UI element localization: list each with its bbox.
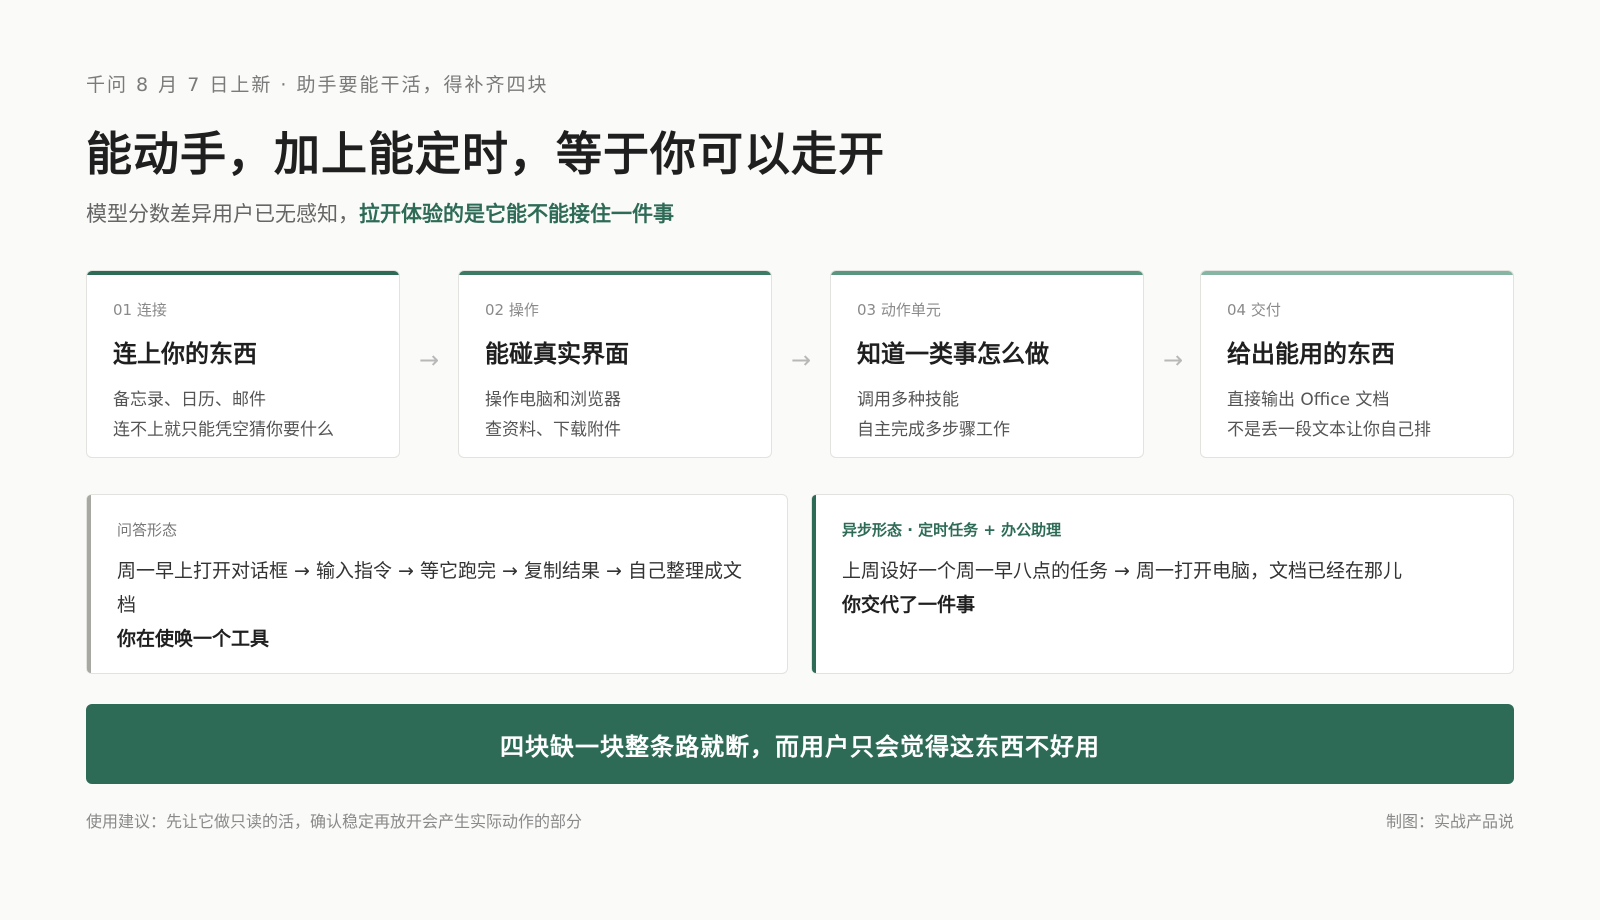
step-desc-line: 备忘录、日历、邮件 bbox=[113, 390, 266, 410]
mode-label: 异步形态 · 定时任务 + 办公助理 bbox=[842, 521, 1062, 539]
subtitle: 模型分数差异用户已无感知，拉开体验的是它能不能接住一件事 bbox=[86, 198, 674, 228]
step-title: 能碰真实界面 bbox=[485, 340, 629, 368]
page-title: 能动手，加上能定时，等于你可以走开 bbox=[86, 127, 885, 181]
step-desc-line: 直接输出 Office 文档 bbox=[1227, 390, 1390, 410]
usage-tip: 使用建议：先让它做只读的活，确认稳定再放开会产生实际动作的部分 bbox=[86, 812, 583, 831]
mode-label: 问答形态 bbox=[117, 521, 178, 539]
mode-conclusion: 你交代了一件事 bbox=[842, 594, 976, 616]
step-desc: 调用多种技能 自主完成多步骤工作 bbox=[857, 385, 1117, 445]
subtitle-plain: 模型分数差异用户已无感知， bbox=[86, 202, 359, 226]
qa-mode-card: 问答形态 周一早上打开对话框 → 输入指令 → 等它跑完 → 复制结果 → 自己… bbox=[86, 494, 788, 674]
step-desc-line: 连不上就只能凭空猜你要什么 bbox=[113, 420, 334, 440]
credit-text: 制图：实战产品说 bbox=[1385, 812, 1514, 831]
step-desc-line: 调用多种技能 bbox=[857, 390, 959, 410]
step-tag: 03 动作单元 bbox=[857, 301, 941, 319]
step-card-connect: 01 连接 连上你的东西 备忘录、日历、邮件 连不上就只能凭空猜你要什么 bbox=[86, 270, 400, 458]
step-tag: 01 连接 bbox=[113, 301, 167, 319]
arrow-right-icon: → bbox=[790, 346, 812, 374]
subtitle-highlight: 拉开体验的是它能不能接住一件事 bbox=[359, 202, 674, 226]
step-card-deliver: 04 交付 给出能用的东西 直接输出 Office 文档 不是丢一段文本让你自己… bbox=[1200, 270, 1514, 458]
conclusion-banner: 四块缺一块整条路就断，而用户只会觉得这东西不好用 bbox=[86, 704, 1514, 784]
step-desc: 直接输出 Office 文档 不是丢一段文本让你自己排 bbox=[1227, 385, 1487, 445]
eyebrow-text: 千问 8 月 7 日上新 · 助手要能干活，得补齐四块 bbox=[86, 74, 549, 96]
step-tag: 04 交付 bbox=[1227, 301, 1281, 319]
step-desc-line: 自主完成多步骤工作 bbox=[857, 420, 1010, 440]
step-tag: 02 操作 bbox=[485, 301, 539, 319]
step-card-action-unit: 03 动作单元 知道一类事怎么做 调用多种技能 自主完成多步骤工作 bbox=[830, 270, 1144, 458]
step-card-operate: 02 操作 能碰真实界面 操作电脑和浏览器 查资料、下载附件 bbox=[458, 270, 772, 458]
step-desc: 操作电脑和浏览器 查资料、下载附件 bbox=[485, 385, 745, 445]
step-desc-line: 不是丢一段文本让你自己排 bbox=[1227, 420, 1431, 440]
step-desc: 备忘录、日历、邮件 连不上就只能凭空猜你要什么 bbox=[113, 385, 373, 445]
arrow-right-icon: → bbox=[1162, 346, 1184, 374]
step-desc-line: 操作电脑和浏览器 bbox=[485, 390, 621, 410]
mode-text: 上周设好一个周一早八点的任务 → 周一打开电脑，文档已经在那儿 bbox=[842, 560, 1403, 582]
step-title: 连上你的东西 bbox=[113, 340, 257, 368]
steps-row: 01 连接 连上你的东西 备忘录、日历、邮件 连不上就只能凭空猜你要什么 → 0… bbox=[86, 270, 1514, 458]
step-desc-line: 查资料、下载附件 bbox=[485, 420, 621, 440]
step-title: 知道一类事怎么做 bbox=[857, 340, 1049, 368]
mode-conclusion: 你在使唤一个工具 bbox=[117, 628, 270, 650]
step-title: 给出能用的东西 bbox=[1227, 340, 1395, 368]
arrow-right-icon: → bbox=[418, 346, 440, 374]
mode-text: 周一早上打开对话框 → 输入指令 → 等它跑完 → 复制结果 → 自己整理成文档 bbox=[117, 560, 742, 616]
async-mode-card: 异步形态 · 定时任务 + 办公助理 上周设好一个周一早八点的任务 → 周一打开… bbox=[811, 494, 1514, 674]
